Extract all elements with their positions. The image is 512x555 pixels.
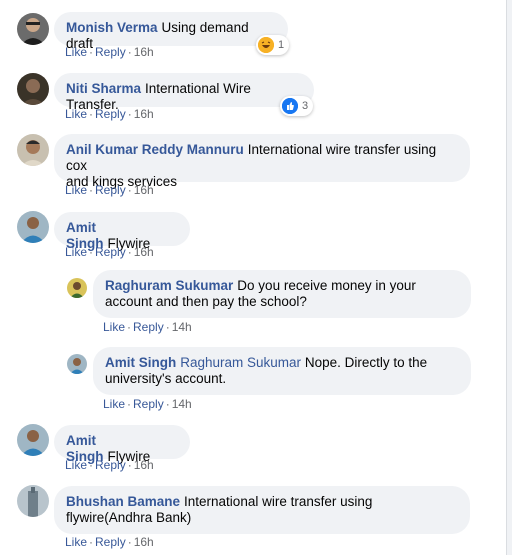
comment-text: Do you receive money in your [237,278,416,293]
comment-bubble: Bhushan Bamane International wire transfe… [54,486,470,534]
comment-bubble: Amit Singh Flywire [54,425,190,464]
comment-timestamp[interactable]: 16h [134,535,154,549]
avatar[interactable] [67,354,87,374]
comment-author[interactable]: Anil Kumar Reddy Mannuru [66,142,244,157]
mention-link[interactable]: Raghuram Sukumar [180,355,301,370]
separator-dot: · [89,183,94,197]
comment-author[interactable]: Amit Singh [105,355,176,370]
comment-actions: Like · Reply · 16h [65,458,154,472]
avatar[interactable] [17,13,49,45]
reply-link[interactable]: Reply [95,535,126,549]
comment-timestamp[interactable]: 16h [134,45,154,59]
comment-text: International wire transfer using [184,494,373,509]
separator-dot: · [89,107,94,121]
comment-bubble: Amit Singh Raghuram Sukumar Nope. Directl… [93,347,471,395]
comment-actions: Like · Reply · 14h [103,320,192,334]
like-link[interactable]: Like [65,458,87,472]
like-link[interactable]: Like [65,245,87,259]
separator-dot: · [127,397,132,411]
comment-bubble: Anil Kumar Reddy Mannuru International wi… [54,134,470,189]
comment-bubble: Monish Verma Using demand draft [54,12,288,51]
like-link[interactable]: Like [65,107,87,121]
separator-dot: · [89,45,94,59]
separator-dot: · [127,245,132,259]
separator-dot: · [127,320,132,334]
comment-actions: Like · Reply · 16h [65,183,154,197]
comment-actions: Like · Reply · 16h [65,45,154,59]
like-link[interactable]: Like [103,397,125,411]
comment-bubble: Amit Singh Flywire [54,212,190,251]
like-link[interactable]: Like [65,183,87,197]
separator-dot: · [127,45,132,59]
comment-timestamp[interactable]: 16h [134,245,154,259]
reaction-count-text: 1 [278,39,285,51]
separator-dot: · [127,535,132,549]
comment-timestamp[interactable]: 16h [134,107,154,121]
comment-actions: Like · Reply · 16h [65,245,154,259]
comment-text-line-2: university's account. [105,371,227,386]
comment-timestamp[interactable]: 14h [172,320,192,334]
reply-link[interactable]: Reply [133,397,164,411]
like-thumb-icon [282,98,298,114]
avatar[interactable] [17,211,49,243]
comment-bubble: Niti Sharma International Wire Transfer. [54,73,314,112]
reply-link[interactable]: Reply [95,245,126,259]
comment-actions: Like · Reply · 16h [65,535,154,549]
avatar[interactable] [17,73,49,105]
page-right-border [506,0,512,555]
separator-dot: · [89,245,94,259]
comment-author[interactable]: Raghuram Sukumar [105,278,233,293]
comment-text-line-2: account and then pay the school? [105,294,307,309]
comment-timestamp[interactable]: 16h [134,458,154,472]
separator-dot: · [165,320,170,334]
separator-dot: · [165,397,170,411]
avatar[interactable] [67,278,87,298]
comment-author[interactable]: Niti Sharma [66,81,141,96]
comment-author[interactable]: Monish Verma [66,20,158,35]
comment-text-line-2: flywire(Andhra Bank) [66,510,192,525]
reply-link[interactable]: Reply [95,183,126,197]
separator-dot: · [127,183,132,197]
comment-text: Nope. Directly to the [304,355,428,370]
haha-emoji-icon [258,37,274,53]
like-link[interactable]: Like [65,45,87,59]
reply-link[interactable]: Reply [133,320,164,334]
comment-timestamp[interactable]: 16h [134,183,154,197]
separator-dot: · [127,107,132,121]
like-link[interactable]: Like [65,535,87,549]
like-link[interactable]: Like [103,320,125,334]
avatar[interactable] [17,134,49,166]
avatar[interactable] [17,424,49,456]
comment-actions: Like · Reply · 14h [103,397,192,411]
reply-link[interactable]: Reply [95,107,126,121]
reaction-count[interactable]: 1 [256,35,290,55]
reaction-count-text: 3 [302,100,309,112]
separator-dot: · [89,535,94,549]
avatar[interactable] [17,485,49,517]
comment-bubble: Raghuram Sukumar Do you receive money in … [93,270,471,318]
reply-link[interactable]: Reply [95,458,126,472]
reply-link[interactable]: Reply [95,45,126,59]
comment-author[interactable]: Bhushan Bamane [66,494,180,509]
separator-dot: · [127,458,132,472]
separator-dot: · [89,458,94,472]
comment-actions: Like · Reply · 16h [65,107,154,121]
comment-timestamp[interactable]: 14h [172,397,192,411]
reaction-count[interactable]: 3 [280,96,314,116]
